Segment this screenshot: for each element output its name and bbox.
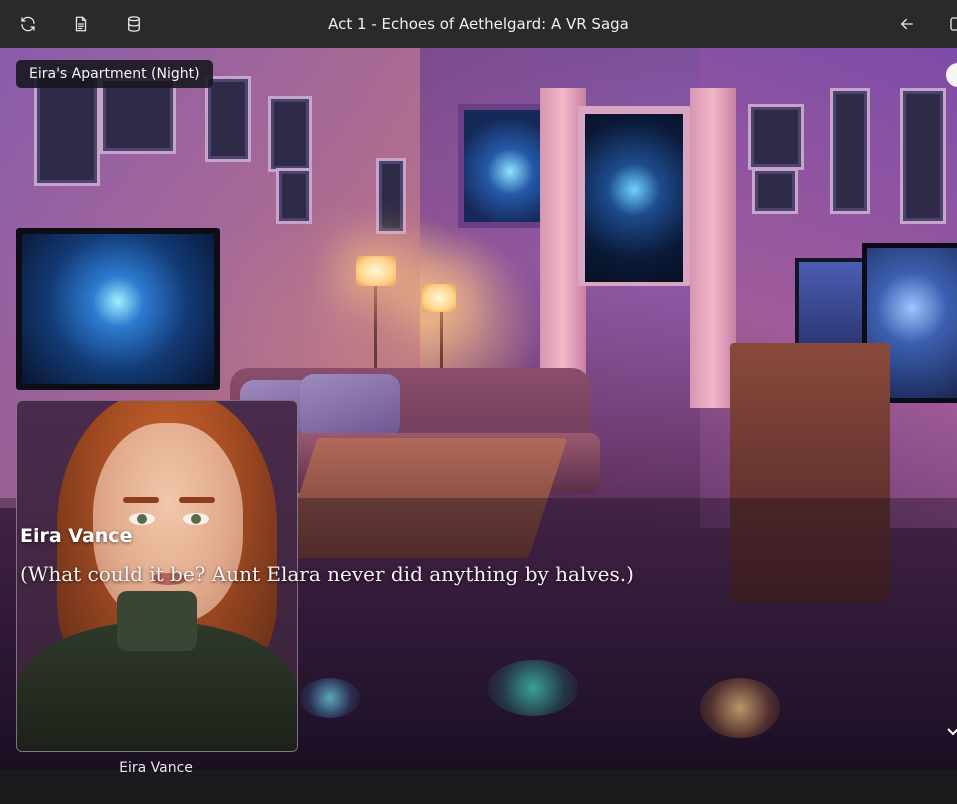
chevron-down-icon[interactable] [946,724,957,738]
location-badge: Eira's Apartment (Night) [16,60,213,88]
portrait-caption: Eira Vance [119,760,193,776]
database-icon[interactable] [122,12,146,36]
wall-frame [748,104,804,170]
lamp [422,284,456,312]
wall-frame [830,88,870,214]
document-icon[interactable] [69,12,93,36]
speaker-name: Eira Vance [20,525,133,547]
dialogue-text: (What could it be? Aunt Elara never did … [20,562,634,586]
lamp-pole [374,284,377,374]
pillow [300,374,400,438]
portrait-collar [117,591,197,651]
portrait-eye [183,513,209,525]
wall-frame [100,78,176,154]
portrait-brow [123,497,159,503]
wall-frame [752,168,798,214]
arrow-left-icon[interactable] [895,12,919,36]
window [585,114,683,282]
television [16,228,220,390]
lamp [356,256,396,286]
wall-frame [205,76,251,162]
wall-frame [900,88,946,224]
top-bar: Act 1 - Echoes of Aethelgard: A VR Saga [0,0,957,48]
refresh-icon[interactable] [16,12,40,36]
wall-frame [268,96,312,172]
portrait-brow [179,497,215,503]
portrait-eye [129,513,155,525]
settings-icon[interactable] [945,12,957,36]
wall-frame [376,158,406,234]
wall-frame [276,168,312,224]
